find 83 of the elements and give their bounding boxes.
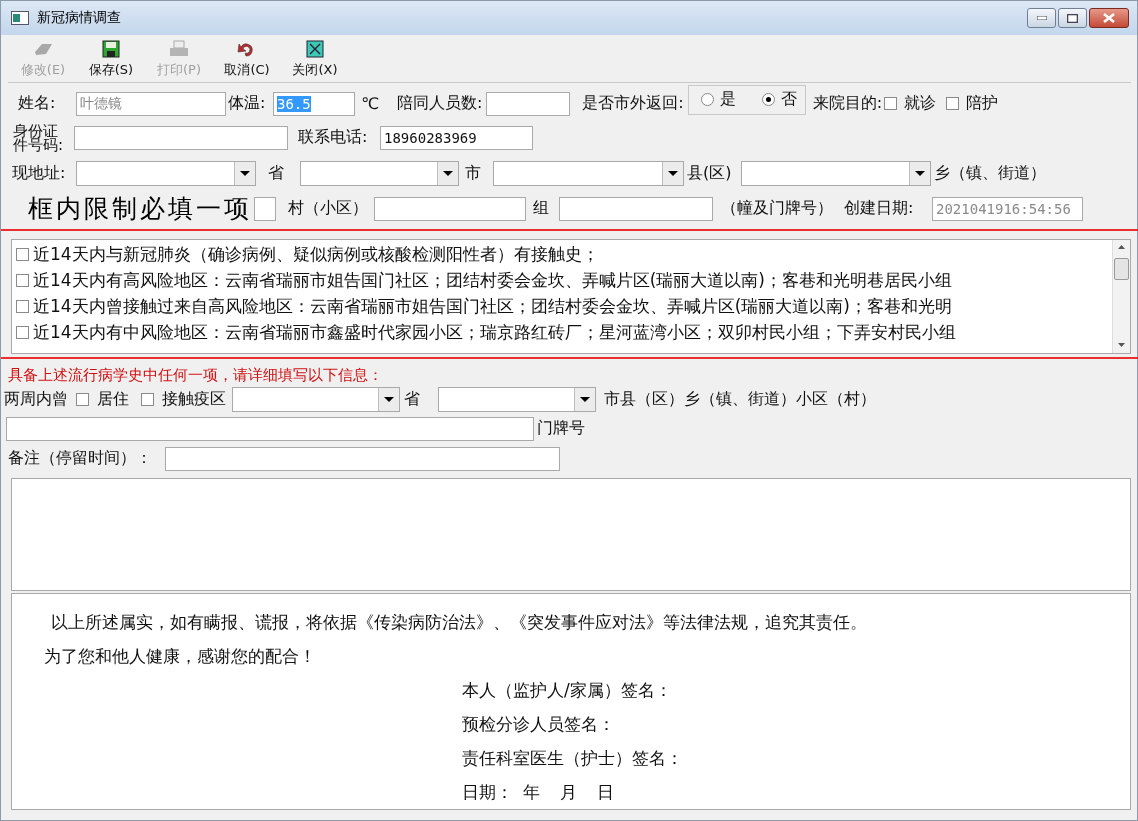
statement-text: 为了您和他人健康，感谢您的配合！ xyxy=(44,644,316,668)
close-icon xyxy=(306,39,324,58)
field-label: 两周内曾 xyxy=(4,389,68,411)
radio-button[interactable] xyxy=(700,93,714,107)
date-unit: 日 xyxy=(597,780,614,804)
window-title: 新冠病情调查 xyxy=(37,9,122,27)
up-arrow-icon xyxy=(1118,245,1125,250)
signature-label: 本人（监护人/家属）签名： xyxy=(462,678,672,702)
checkbox[interactable] xyxy=(16,326,29,340)
dropdown-button[interactable] xyxy=(662,162,683,186)
field-label: 村（小区） xyxy=(288,198,369,220)
field-label: 体温: xyxy=(228,93,267,115)
toolbar-button[interactable]: 取消(C) xyxy=(216,35,278,82)
statement-text: 以上所述属实，如有瞒报、谎报，将依据《传染病防治法》、《突发事件应对法》等法律法规，追究其责任。 xyxy=(51,610,867,634)
field-label: ℃ xyxy=(361,94,379,114)
checkbox[interactable] xyxy=(16,300,29,314)
close-icon xyxy=(1103,13,1115,23)
dropdown-button[interactable] xyxy=(234,162,255,186)
close-button[interactable] xyxy=(1089,8,1129,28)
field-label: 备注（停留时间）： xyxy=(8,448,153,470)
checkbox[interactable] xyxy=(884,97,898,111)
dropdown-button[interactable] xyxy=(574,388,595,412)
date-unit: 月 xyxy=(560,780,577,804)
signature-label: 预检分诊人员签名： xyxy=(462,712,615,736)
field-label: 接触疫区 xyxy=(162,389,226,411)
dropdown-button[interactable] xyxy=(909,162,930,186)
dropdown-button[interactable] xyxy=(437,162,458,186)
field-label: 市县（区）乡（镇、街道）小区（村） xyxy=(604,389,876,411)
field-label: 省 xyxy=(268,163,285,185)
field-label: 是否市外返回: xyxy=(582,93,684,115)
field-label: 创建日期: xyxy=(844,198,915,220)
field-label: 组 xyxy=(533,198,550,220)
checkbox[interactable] xyxy=(16,274,29,288)
minimize-icon xyxy=(1036,16,1047,20)
checkbox[interactable] xyxy=(946,97,960,111)
input-field[interactable] xyxy=(486,91,571,116)
field-label: 身份证件号码: xyxy=(13,123,65,152)
minimize-button[interactable] xyxy=(1027,8,1056,28)
checkbox[interactable] xyxy=(141,393,154,407)
date-label: 日期： xyxy=(462,780,513,804)
checklist-item[interactable]: 近14天内有中风险地区：云南省瑞丽市鑫盛时代家园小区；瑞京路红砖厂；星河蓝湾小区；双卯村民小组；下弄安村民小组 xyxy=(33,321,956,345)
checklist-item[interactable]: 近14天内与新冠肺炎（确诊病例、疑似病例或核酸检测阳性者）有接触史； xyxy=(33,243,599,267)
field-label: 县(区) xyxy=(687,163,733,185)
checkbox[interactable] xyxy=(76,393,89,407)
toolbar-button[interactable]: 保存(S) xyxy=(80,35,142,82)
scroll-thumb[interactable] xyxy=(1114,257,1129,280)
input-field[interactable] xyxy=(165,446,560,471)
field-label: 联系电话: xyxy=(298,127,369,149)
window-icon xyxy=(11,11,29,25)
input-field[interactable] xyxy=(6,416,534,441)
field-label: （幢及门牌号） xyxy=(721,198,834,220)
checklist-item[interactable]: 近14天内曾接触过来自高风险地区：云南省瑞丽市姐告国门社区；团结村委会金坎、弄喊片区(瑞丽大道以南)；客巷和光明 xyxy=(33,295,952,319)
warning-text: 具备上述流行病学史中任何一项，请详细填写以下信息： xyxy=(8,365,384,387)
field-label: 姓名: xyxy=(18,93,57,115)
phone-field[interactable]: 18960283969 xyxy=(380,125,533,150)
toolbar-button[interactable]: 关闭(X) xyxy=(284,35,346,82)
dropdown-button[interactable] xyxy=(378,388,399,412)
input-field[interactable] xyxy=(74,125,288,150)
field-label: 市 xyxy=(465,163,482,185)
field-label: 就诊 xyxy=(904,93,937,115)
signature-label: 责任科室医生（护士）签名： xyxy=(462,746,683,770)
maximize-button[interactable] xyxy=(1058,8,1087,28)
field-label: 来院目的: xyxy=(812,93,883,115)
printer-icon xyxy=(169,39,189,58)
field-label: 居住 xyxy=(97,389,129,411)
required-note: 框内限制必填一项 xyxy=(28,193,252,226)
input-field[interactable] xyxy=(559,196,713,221)
field-label: 乡（镇、街道） xyxy=(934,163,1046,185)
radio-label: 否 xyxy=(780,89,797,111)
checkbox[interactable] xyxy=(16,248,29,262)
checklist-item[interactable]: 近14天内有高风险地区：云南省瑞丽市姐告国门社区；团结村委会金坎、弄喊片区(瑞丽大道以南)；客巷和光明巷居民小组 xyxy=(33,269,952,293)
date-unit: 年 xyxy=(523,780,540,804)
maximize-icon xyxy=(1067,13,1078,23)
radio-label: 是 xyxy=(719,89,736,111)
field-label: 现地址: xyxy=(12,163,67,185)
field-label: 门牌号 xyxy=(537,418,585,440)
field-label: 陪护 xyxy=(966,93,999,115)
down-arrow-icon xyxy=(1118,343,1125,348)
field-label: 陪同人员数: xyxy=(396,93,483,115)
input-field[interactable] xyxy=(374,196,526,221)
field-label: 省 xyxy=(404,389,421,411)
radio-button[interactable] xyxy=(761,93,775,107)
input-field[interactable] xyxy=(254,196,276,221)
